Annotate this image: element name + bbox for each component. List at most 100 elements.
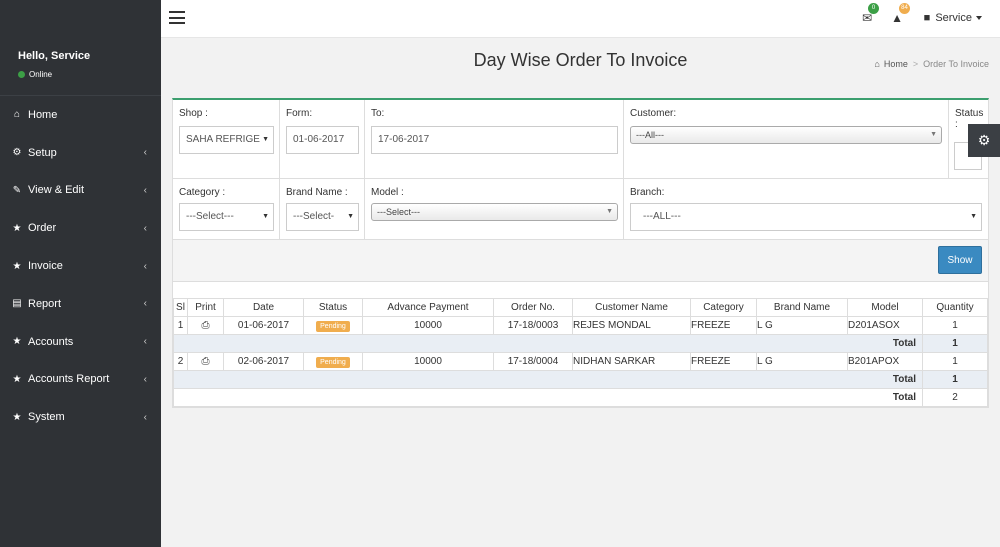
category-cell: Category : ---Select--- ▼	[173, 179, 280, 239]
from-date-input[interactable]: 01-06-2017	[286, 126, 359, 154]
subtotal-label: Total	[173, 370, 923, 389]
hamburger-menu-icon[interactable]	[169, 11, 185, 24]
model-value: ---Select---	[377, 207, 420, 217]
user-name: Service	[935, 12, 972, 24]
chevron-left-icon: ‹	[143, 298, 147, 310]
settings-gear-icon[interactable]: ⚙	[968, 124, 1000, 157]
breadcrumb-home[interactable]: Home	[884, 59, 908, 69]
sidebar-item-label: Accounts	[28, 335, 74, 348]
sidebar-menu: ⌂ Home ⚙ Setup ‹ ✎ View & Edit ‹ ★ Order…	[0, 96, 161, 436]
sidebar-item-system[interactable]: ★ System ‹	[0, 398, 161, 436]
status-badge: Pending	[316, 356, 350, 368]
customer-label: Customer:	[630, 108, 677, 119]
print-icon[interactable]: ⎙	[187, 316, 224, 335]
sidebar-item-label: Report	[28, 297, 62, 310]
grand-total-value: 2	[922, 388, 988, 407]
status-label: Status	[955, 108, 984, 119]
sidebar-item-report[interactable]: ▤ Report ‹	[0, 285, 161, 323]
chevron-left-icon: ‹	[143, 222, 147, 234]
from-label: Form:	[286, 108, 313, 119]
home-icon: ⌂	[874, 59, 880, 69]
online-status: Online	[18, 70, 161, 79]
cell-date: 01-06-2017	[223, 316, 304, 335]
home-icon: ⌂	[13, 109, 21, 121]
chevron-left-icon: ‹	[143, 411, 147, 423]
sidebar-item-label: System	[28, 411, 65, 424]
dropdown-arrow-icon: ▼	[930, 131, 937, 138]
sidebar-item-order[interactable]: ★ Order ‹	[0, 209, 161, 247]
status-badge: Pending	[316, 320, 350, 332]
shop-select[interactable]: SAHA REFRIGE ▼	[179, 126, 274, 154]
status-dot-icon	[18, 71, 25, 78]
sidebar: Hello, Service Online ⌂ Home ⚙ Setup ‹ ✎…	[0, 0, 161, 547]
from-cell: Form: 01-06-2017	[280, 100, 365, 178]
shop-label: Shop :	[179, 108, 208, 119]
cell-advance: 10000	[362, 316, 494, 335]
user-panel: Hello, Service Online	[0, 0, 161, 96]
chevron-left-icon: ‹	[143, 260, 147, 272]
dropdown-arrow-icon: ▼	[970, 213, 977, 220]
shop-value: SAHA REFRIGE	[186, 134, 260, 145]
caret-down-icon	[976, 16, 982, 20]
cell-sl: 1	[173, 316, 188, 335]
category-value: ---Select---	[186, 211, 234, 222]
cell-order-no: 17-18/0004	[493, 352, 573, 371]
sidebar-item-accounts[interactable]: ★ Accounts ‹	[0, 323, 161, 361]
brand-select[interactable]: ---Select- ▼	[286, 203, 359, 231]
sidebar-item-view-edit[interactable]: ✎ View & Edit ‹	[0, 172, 161, 210]
show-button[interactable]: Show	[938, 246, 982, 274]
chevron-left-icon: ‹	[143, 336, 147, 348]
branch-cell: Branch: ---ALL--- ▼	[624, 179, 988, 239]
cell-brand: L G	[756, 316, 848, 335]
star-icon: ★	[12, 411, 22, 423]
cell-brand: L G	[756, 352, 848, 371]
cell-status: Pending	[303, 316, 363, 335]
file-icon: ▤	[12, 298, 22, 310]
mail-count-badge: 0	[868, 3, 879, 14]
grand-total-row: Total 2	[173, 388, 988, 407]
model-select[interactable]: ---Select--- ▼	[371, 203, 618, 221]
customer-cell: Customer: ---All--- ▼	[624, 100, 949, 178]
to-date-input[interactable]: 17-06-2017	[371, 126, 618, 154]
customer-select[interactable]: ---All--- ▼	[630, 126, 942, 144]
col-quantity: Quantity	[922, 298, 988, 317]
chevron-left-icon: ‹	[143, 184, 147, 196]
category-select[interactable]: ---Select--- ▼	[179, 203, 274, 231]
sidebar-item-accounts-report[interactable]: ★ Accounts Report ‹	[0, 361, 161, 399]
subtotal-label: Total	[173, 334, 923, 353]
alert-icon[interactable]: ▲ 84	[891, 3, 910, 25]
dropdown-arrow-icon: ▼	[262, 213, 269, 220]
dropdown-arrow-icon: ▼	[347, 213, 354, 220]
cell-status: Pending	[303, 352, 363, 371]
breadcrumb-separator: >	[912, 59, 919, 69]
filter-row-1: Shop : SAHA REFRIGE ▼ Form: 01-06-2017 T…	[173, 100, 988, 179]
col-status: Status	[303, 298, 363, 317]
customer-value: ---All---	[636, 130, 664, 140]
cell-date: 02-06-2017	[223, 352, 304, 371]
button-row: Show	[173, 240, 988, 282]
sidebar-item-label: Order	[28, 222, 57, 235]
branch-label: Branch:	[630, 187, 665, 198]
subtotal-value: 1	[922, 370, 988, 389]
cell-advance: 10000	[362, 352, 494, 371]
col-brand-name: Brand Name	[756, 298, 848, 317]
sidebar-item-home[interactable]: ⌂ Home	[0, 96, 161, 134]
print-icon[interactable]: ⎙	[187, 352, 224, 371]
sidebar-item-setup[interactable]: ⚙ Setup ‹	[0, 134, 161, 172]
breadcrumb: ⌂ Home > Order To Invoice	[874, 59, 989, 69]
col-model: Model	[847, 298, 923, 317]
branch-select[interactable]: ---ALL--- ▼	[630, 203, 982, 231]
category-label: Category :	[179, 187, 226, 198]
brand-cell: Brand Name : ---Select- ▼	[280, 179, 365, 239]
brand-label: Brand Name :	[286, 187, 348, 198]
to-cell: To: 17-06-2017	[365, 100, 624, 178]
star-icon: ★	[12, 222, 22, 234]
cell-category: FREEZE	[690, 316, 757, 335]
sidebar-item-invoice[interactable]: ★ Invoice ‹	[0, 247, 161, 285]
user-icon: ■	[923, 12, 931, 24]
cell-customer: NIDHAN SARKAR	[572, 352, 691, 371]
mail-icon[interactable]: ✉ 0	[862, 3, 879, 25]
chevron-left-icon: ‹	[143, 373, 147, 385]
table-row: 1 ⎙ 01-06-2017 Pending 10000 17-18/0003 …	[173, 316, 988, 335]
user-menu[interactable]: ■ Service	[924, 12, 982, 24]
